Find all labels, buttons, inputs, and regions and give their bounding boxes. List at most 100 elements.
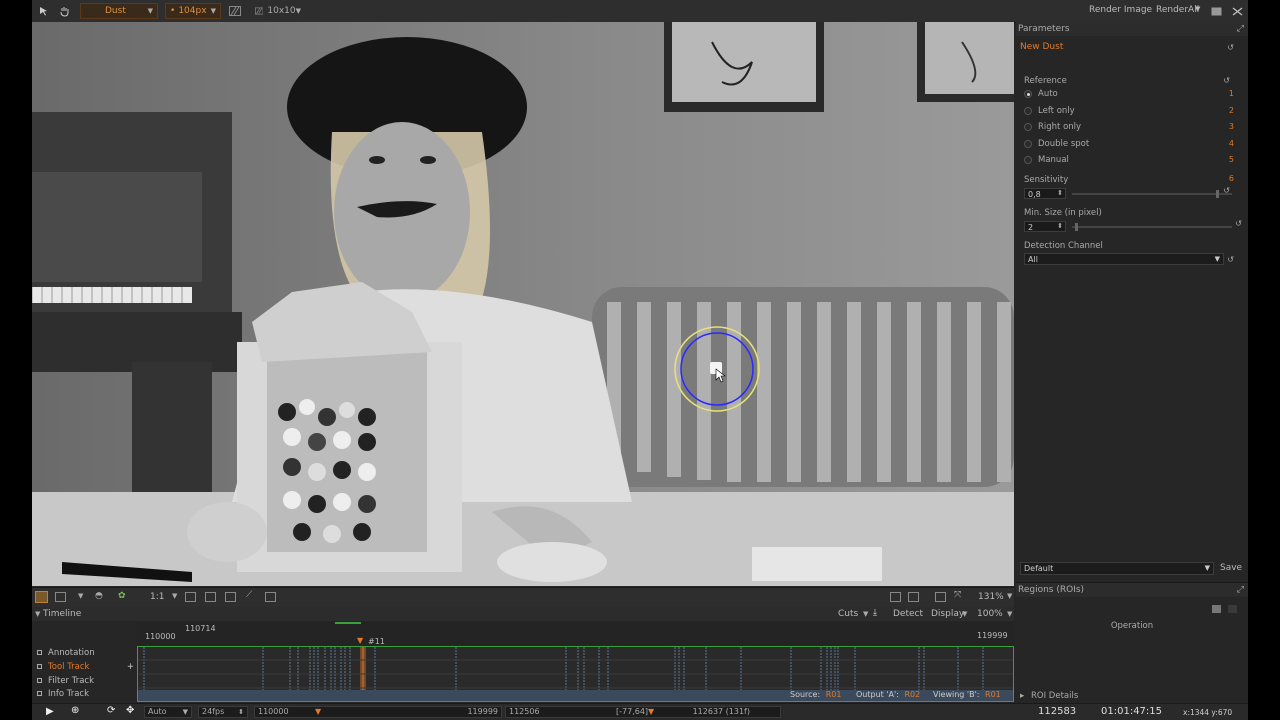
playhead-icon[interactable]: ▼ <box>357 636 363 645</box>
timeline-title: Timeline <box>43 609 82 619</box>
timeline-zoom[interactable]: 100% <box>977 609 1003 619</box>
detect-button[interactable]: Detect <box>893 609 923 619</box>
reset-icon[interactable]: ↺ <box>1235 219 1242 228</box>
playhead-label: #11 <box>368 637 385 646</box>
sensitivity-slider[interactable] <box>1072 190 1232 198</box>
range-end-label: 119999 <box>977 631 1008 640</box>
min-size-value: 2 <box>1028 223 1034 232</box>
in-marker-icon[interactable]: ▼ <box>315 707 321 717</box>
zoom-percent[interactable]: 131% <box>978 592 1004 602</box>
sensitivity-input[interactable]: 0,8 ⬍ <box>1024 188 1066 199</box>
reset-icon[interactable]: ↺ <box>1227 43 1234 52</box>
side-b-icon[interactable] <box>890 592 901 602</box>
fps-value: 24fps <box>202 707 225 716</box>
reference-option-double-spot[interactable]: Double spot <box>1024 139 1089 149</box>
play-icon[interactable]: ▶ <box>46 706 54 717</box>
expand-icon[interactable]: ⤢ <box>1237 22 1244 36</box>
overlay-icon[interactable] <box>205 592 216 602</box>
timecode: 01:01:47:15 <box>1101 706 1163 717</box>
lock-icon[interactable] <box>37 691 42 696</box>
reference-option-right-only[interactable]: Right only <box>1024 122 1081 132</box>
chevron-down-icon[interactable]: ▼ <box>78 592 83 600</box>
track-tool[interactable]: Tool Track + <box>32 660 136 673</box>
collapse-icon[interactable] <box>1230 3 1244 19</box>
grid-dropdown[interactable]: 10x10 ▼ <box>250 3 306 19</box>
stepper-icon[interactable]: ⬍ <box>1057 221 1063 232</box>
add-icon[interactable]: + <box>127 662 134 672</box>
track-filter[interactable]: Filter Track <box>32 674 136 687</box>
lock-icon[interactable] <box>37 664 42 669</box>
color-channels-icon[interactable]: ✿ <box>118 591 126 601</box>
lock-icon[interactable] <box>37 650 42 655</box>
fullscreen-icon[interactable]: ⤧ <box>954 590 961 600</box>
hatch-pattern-icon[interactable] <box>228 3 242 19</box>
one-to-one-icon[interactable] <box>935 592 946 602</box>
chevron-down-icon[interactable]: ▼ <box>1195 5 1200 13</box>
timeline-ruler[interactable]: 110000 110714 119999 ▼ #11 <box>137 622 1014 649</box>
split-icon[interactable] <box>225 592 236 602</box>
chevron-down-icon[interactable]: ▼ <box>1007 592 1012 600</box>
zoom-fit-icon[interactable]: ⊕ <box>71 705 79 716</box>
region-add-icon[interactable] <box>1212 605 1221 613</box>
fps-select[interactable]: 24fps ⬍ <box>198 706 248 718</box>
select-tool-icon[interactable] <box>36 3 52 19</box>
chevron-down-icon[interactable]: ▼ <box>863 610 868 618</box>
radio-icon <box>1024 123 1032 131</box>
side-b2-icon[interactable] <box>908 592 919 602</box>
save-preset-button[interactable]: Save <box>1220 563 1242 573</box>
marker-frame-label: 110714 <box>185 624 216 633</box>
track-annotation[interactable]: Annotation <box>32 646 136 659</box>
render-image-button[interactable]: Render Image <box>1089 5 1152 15</box>
reference-option-left-only[interactable]: Left only <box>1024 106 1075 116</box>
view-b-icon[interactable] <box>55 592 66 602</box>
reset-icon[interactable]: ↺ <box>1223 186 1230 195</box>
cuts-dropdown[interactable]: Cuts <box>838 609 858 619</box>
reference-option-manual[interactable]: Manual <box>1024 155 1069 165</box>
monitor-icon[interactable] <box>1209 3 1223 19</box>
chevron-down-icon[interactable]: ▼ <box>962 610 967 618</box>
reference-option-auto[interactable]: Auto <box>1024 89 1058 99</box>
slider-handle[interactable] <box>1075 223 1079 231</box>
slider-handle[interactable] <box>1216 190 1219 198</box>
brush-size-dropdown[interactable]: • 104px ▼ <box>165 3 221 19</box>
stepper-icon[interactable]: ⬍ <box>1057 188 1063 199</box>
preset-select[interactable]: Default ▼ <box>1020 562 1214 575</box>
chevron-down-icon[interactable]: ▼ <box>35 610 40 618</box>
expand-icon[interactable]: ⤢ <box>1237 583 1244 597</box>
parameters-title: Parameters <box>1018 24 1070 34</box>
chevron-down-icon[interactable]: ▼ <box>1007 610 1012 618</box>
move-icon[interactable]: ✥ <box>126 705 134 716</box>
frame-range-bar[interactable]: 110000 ▼ 119999 <box>254 706 502 718</box>
brush-size-value: 104px <box>178 6 207 16</box>
reset-icon[interactable]: ↺ <box>1223 76 1230 85</box>
detect-icon[interactable]: ⤓ <box>873 608 877 618</box>
selection-range-bar[interactable]: 112506 [-77,64] ▼ 112637 (131f) <box>505 706 781 718</box>
crop-icon[interactable]: ⟋ <box>246 590 252 600</box>
paint-icon[interactable]: ◓ <box>95 591 103 601</box>
reset-icon[interactable]: ↺ <box>1227 255 1234 264</box>
track-label: Filter Track <box>48 675 94 686</box>
track-info[interactable]: Info Track <box>32 687 136 700</box>
region-delete-icon[interactable] <box>1228 605 1237 613</box>
display-dropdown[interactable]: Display <box>931 609 964 619</box>
cursor-position: x:1344 y:670 <box>1183 708 1233 717</box>
view-a-icon[interactable] <box>35 591 48 603</box>
detection-channel-select[interactable]: All ▼ <box>1024 253 1224 265</box>
roi-details-toggle[interactable]: ▸ ROI Details <box>1020 691 1078 701</box>
hand-tool-icon[interactable] <box>56 3 72 19</box>
chevron-down-icon[interactable]: ▼ <box>172 592 177 600</box>
loop-icon[interactable]: ⟳ <box>107 705 115 716</box>
start-frame-value: 110000 <box>258 707 289 716</box>
zoom-ratio[interactable]: 1:1 <box>150 592 164 602</box>
track-area[interactable]: Source: R01 Output 'A': R02 Viewing 'B':… <box>137 646 1014 702</box>
fit-icon[interactable] <box>185 592 196 602</box>
tool-preset-dropdown[interactable]: Dust ▼ <box>80 3 158 19</box>
image-viewer[interactable] <box>32 22 1014 586</box>
min-size-input[interactable]: 2 ⬍ <box>1024 221 1066 232</box>
render-all-button[interactable]: RenderAll <box>1156 5 1199 15</box>
min-size-slider[interactable] <box>1072 223 1232 231</box>
out-marker-icon[interactable]: ▼ <box>648 707 654 717</box>
snapshot-icon[interactable] <box>265 592 276 602</box>
playback-mode-select[interactable]: Auto ▼ <box>144 706 192 718</box>
lock-icon[interactable] <box>37 678 42 683</box>
